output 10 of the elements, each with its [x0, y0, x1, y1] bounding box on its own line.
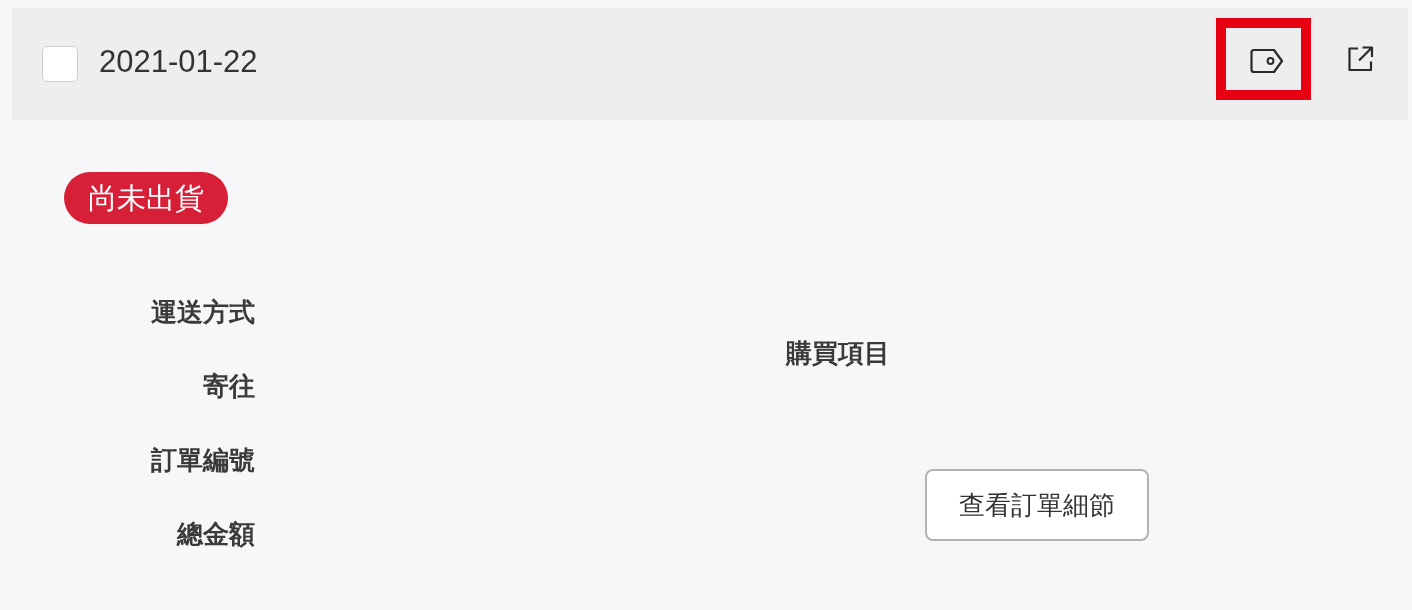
view-order-details-button[interactable]: 查看訂單細節 [925, 469, 1149, 541]
field-label: 寄往 [203, 370, 255, 403]
field-label: 訂單編號 [151, 444, 255, 477]
tag-icon [1249, 48, 1284, 74]
purchase-items-heading: 購買項目 [786, 337, 890, 370]
field-label: 總金額 [177, 518, 255, 551]
field-label: 運送方式 [151, 296, 255, 329]
order-date: 2021-01-22 [99, 44, 258, 80]
status-badge: 尚未出貨 [64, 172, 228, 224]
checkbox[interactable] [42, 46, 78, 82]
